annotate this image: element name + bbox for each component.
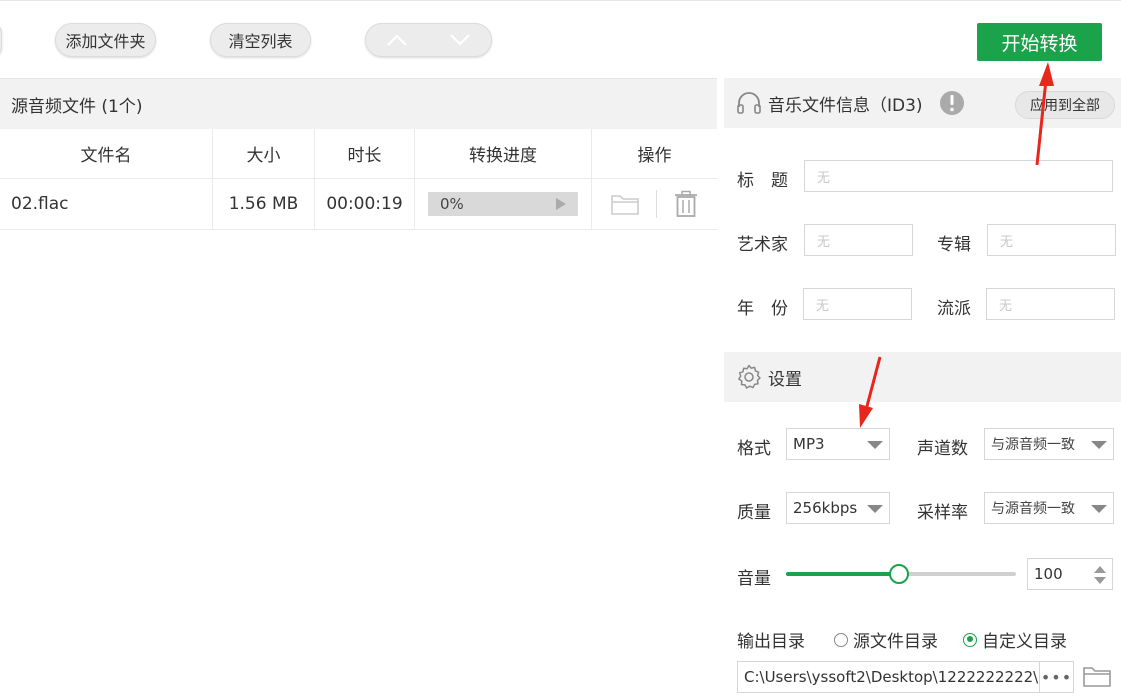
volume-label: 音量	[737, 569, 771, 589]
id3-section-title: 音乐文件信息（ID3)	[768, 95, 923, 116]
play-icon[interactable]	[556, 198, 566, 210]
chevron-down-icon	[1091, 441, 1107, 449]
volume-slider-fill	[786, 572, 899, 576]
start-conversion-button[interactable]: 开始转换	[977, 23, 1102, 61]
quality-value: 256kbps	[793, 499, 858, 517]
file-actions-cell	[592, 179, 717, 229]
output-source-radio[interactable]: 源文件目录	[834, 627, 938, 652]
volume-value: 100	[1034, 565, 1063, 583]
toolbar-left-button-partial[interactable]	[0, 23, 2, 57]
toolbar: 添加文件夹 清空列表 开始转换	[0, 0, 1121, 78]
output-dir-label: 输出目录	[737, 632, 805, 652]
title-field[interactable]: 无	[804, 160, 1113, 192]
column-header-name: 文件名	[0, 129, 213, 178]
album-label: 专辑	[937, 235, 971, 255]
file-progress-cell: 0%	[415, 179, 592, 229]
move-up-button[interactable]	[366, 24, 429, 56]
folder-icon[interactable]	[1082, 663, 1112, 689]
chevron-down-icon	[449, 34, 470, 46]
browse-dots-button[interactable]: •••	[1040, 661, 1074, 693]
table-row[interactable]: 02.flac 1.56 MB 00:00:19 0%	[0, 179, 717, 230]
volume-spinbox[interactable]: 100	[1027, 558, 1113, 590]
year-field[interactable]: 无	[803, 288, 912, 320]
file-name-cell: 02.flac	[0, 179, 213, 229]
channels-select[interactable]: 与源音频一致	[984, 428, 1114, 460]
properties-panel: 音乐文件信息（ID3) 应用到全部 标 题 无 艺术家 无 专辑 无 年 份 无…	[724, 78, 1121, 697]
column-header-duration: 时长	[315, 129, 415, 178]
artist-label: 艺术家	[737, 235, 788, 255]
add-folder-button[interactable]: 添加文件夹	[55, 23, 156, 57]
format-value: MP3	[793, 435, 825, 453]
progress-text: 0%	[440, 195, 464, 213]
spin-down-icon[interactable]	[1094, 577, 1106, 584]
radio-circle	[834, 632, 848, 647]
spin-up-icon[interactable]	[1094, 566, 1106, 573]
column-header-size: 大小	[213, 129, 315, 178]
headphones-icon	[737, 92, 761, 114]
gear-icon	[738, 364, 761, 389]
file-duration-cell: 00:00:19	[315, 179, 415, 229]
move-up-down-buttons	[365, 23, 492, 57]
output-path-field[interactable]: C:\Users\yssoft2\Desktop\1222222222\	[737, 661, 1040, 693]
action-divider	[656, 190, 657, 218]
year-label: 年 份	[737, 299, 788, 319]
samplerate-label: 采样率	[917, 503, 968, 523]
output-path-value: C:\Users\yssoft2\Desktop\1222222222\	[744, 668, 1039, 686]
settings-section-header: 设置	[724, 352, 1121, 402]
format-select[interactable]: MP3	[786, 428, 890, 460]
channels-label: 声道数	[917, 439, 968, 459]
id3-section-header: 音乐文件信息（ID3) 应用到全部	[724, 78, 1121, 128]
column-header-actions: 操作	[637, 146, 672, 166]
clear-list-button[interactable]: 清空列表	[210, 23, 311, 57]
warning-icon[interactable]	[939, 90, 965, 116]
file-table-header: 文件名 大小 时长 转换进度 操作	[0, 129, 717, 179]
format-label: 格式	[737, 439, 771, 459]
apply-to-all-button[interactable]: 应用到全部	[1015, 91, 1115, 119]
chevron-down-icon	[867, 441, 883, 449]
progress-bar: 0%	[428, 192, 578, 216]
artist-field[interactable]: 无	[804, 224, 913, 256]
genre-label: 流派	[937, 299, 971, 319]
genre-field[interactable]: 无	[986, 288, 1115, 320]
chevron-down-icon	[867, 505, 883, 513]
file-list-panel: 源音频文件 (1个) 文件名 大小 时长 转换进度 操作 02.flac 1.5…	[0, 78, 717, 697]
output-source-label: 源文件目录	[853, 632, 938, 652]
title-label: 标 题	[737, 171, 788, 191]
quality-select[interactable]: 256kbps	[786, 492, 890, 524]
samplerate-select[interactable]: 与源音频一致	[984, 492, 1114, 524]
chevron-down-icon	[1091, 505, 1107, 513]
output-custom-label: 自定义目录	[982, 632, 1067, 652]
move-down-button[interactable]	[429, 24, 492, 56]
chevron-up-icon	[387, 34, 408, 46]
file-size-cell: 1.56 MB	[213, 179, 315, 229]
volume-slider[interactable]	[786, 564, 1016, 584]
column-header-progress: 转换进度	[415, 129, 592, 178]
album-field[interactable]: 无	[987, 224, 1116, 256]
volume-slider-handle[interactable]	[888, 564, 909, 584]
file-list-header: 源音频文件 (1个)	[0, 79, 717, 129]
settings-section-title: 设置	[768, 369, 802, 390]
quality-label: 质量	[737, 503, 771, 523]
samplerate-value: 与源音频一致	[991, 501, 1075, 517]
trash-icon[interactable]	[673, 190, 699, 218]
radio-circle	[963, 632, 977, 647]
output-custom-radio[interactable]: 自定义目录	[963, 627, 1067, 652]
open-folder-icon[interactable]	[610, 191, 640, 217]
channels-value: 与源音频一致	[991, 437, 1075, 453]
